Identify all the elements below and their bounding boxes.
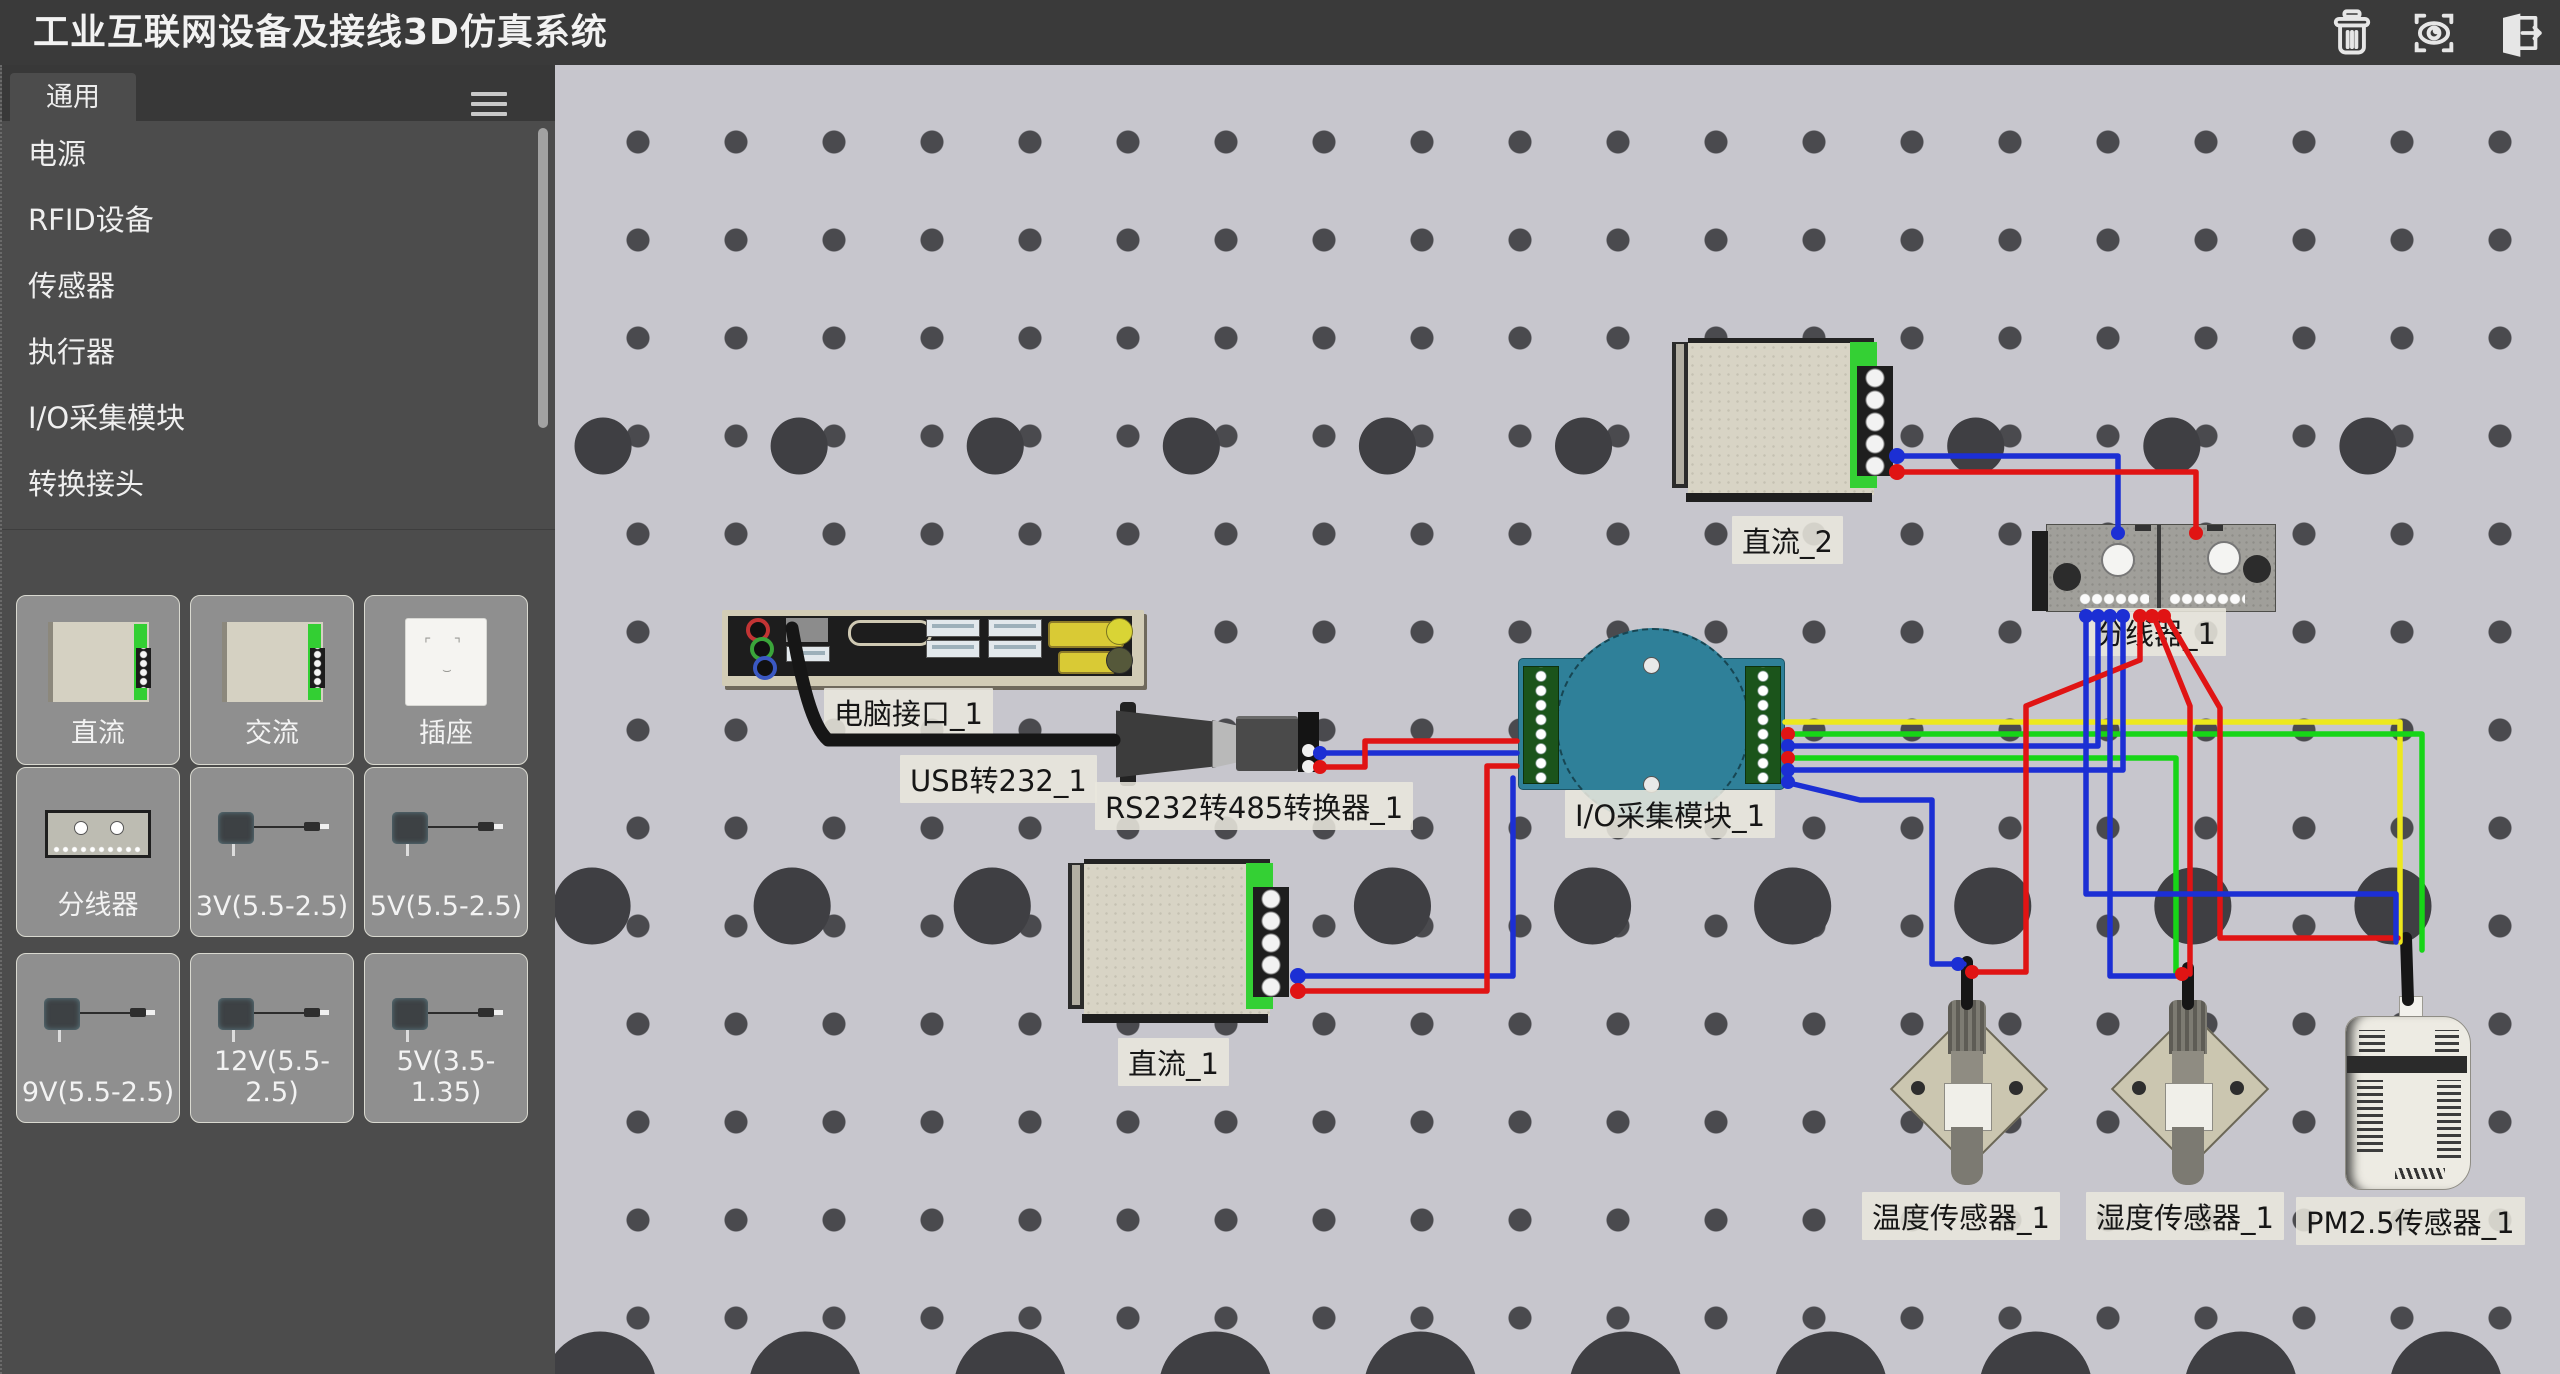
device-label: 电脑接口_1 [824,688,993,736]
round-port-dark [1106,647,1133,674]
palette-item-9v[interactable]: 9V(5.5-2.5) [16,953,180,1123]
library-tab-bar: 通用 [2,65,555,121]
device-temperature-sensor-1[interactable] [1907,985,2027,1195]
device-dc-power-2[interactable] [1672,332,1897,504]
device-rs232-485-converter-1[interactable] [1110,700,1330,790]
splitter-knob [2101,543,2135,577]
category-adapter[interactable]: 转换接头 [2,451,555,517]
socket-thumb: ⌜⌝⌣ [365,612,527,712]
device-library-panel: 通用 电源 RFID设备 传感器 执行器 I/O采集模块 转换接头 直流 交流 … [0,65,555,1374]
splitter-thumb [17,784,179,884]
device-label: PM2.5传感器_1 [2296,1197,2525,1245]
device-label: 温度传感器_1 [1862,1192,2060,1240]
device-splitter-1[interactable] [2046,524,2276,612]
device-label: USB转232_1 [900,755,1097,803]
converter-terminals[interactable] [1298,712,1319,772]
trash-icon[interactable] [2326,7,2378,59]
splitter-terminals[interactable] [2169,593,2245,605]
splitter-knob [2207,541,2241,575]
psu-terminal-block[interactable] [1253,887,1289,997]
device-palette: 直流 交流 ⌜⌝⌣ 插座 分线器 3V(5.5-2.5) [2,529,555,530]
device-label: 直流_2 [1732,516,1843,564]
io-terminals-right[interactable] [1745,666,1781,784]
category-list: 电源 RFID设备 传感器 执行器 I/O采集模块 转换接头 [2,121,555,517]
tab-general[interactable]: 通用 [10,73,136,121]
palette-item-socket[interactable]: ⌜⌝⌣ 插座 [364,595,528,765]
ps2-block [786,618,828,642]
psu-terminal-block[interactable] [1857,366,1893,476]
category-rfid[interactable]: RFID设备 [2,187,555,253]
palette-item-5v-slim[interactable]: 5V(3.5-1.35) [364,953,528,1123]
palette-item-5v[interactable]: 5V(5.5-2.5) [364,767,528,937]
device-label: 湿度传感器_1 [2086,1192,2284,1240]
usb-port[interactable] [926,619,980,637]
usb-port[interactable] [786,646,830,662]
round-port-yellow [1106,618,1133,645]
usb-port[interactable] [988,619,1042,637]
ac-power-thumb [191,612,353,712]
view-icon[interactable] [2408,7,2460,59]
title-bar: 工业互联网设备及接线3D仿真系统 [0,0,2560,65]
dc-power-thumb [17,612,179,712]
device-pc-interface-1[interactable] [722,610,1144,686]
palette-item-12v[interactable]: 12V(5.5-2.5) [190,953,354,1123]
adapter-thumb [191,784,353,884]
device-io-module-1[interactable] [1518,658,1785,790]
usb-port[interactable] [926,640,980,658]
palette-item-3v[interactable]: 3V(5.5-2.5) [190,767,354,937]
splitter-terminals[interactable] [2079,593,2149,605]
palette-item-splitter[interactable]: 分线器 [16,767,180,937]
app-title: 工业互联网设备及接线3D仿真系统 [33,0,608,65]
sidebar-scrollbar[interactable] [538,128,548,428]
exit-icon[interactable] [2490,7,2542,59]
toolbar [2326,7,2542,59]
db9-connector [1212,720,1238,768]
device-label: 分线器_1 [2086,608,2226,656]
device-dc-power-1[interactable] [1068,853,1293,1025]
usb-port[interactable] [988,640,1042,658]
adapter-thumb [17,970,179,1070]
audio-jack-blue [753,656,777,680]
panel-cutout [848,620,932,646]
palette-item-dc[interactable]: 直流 [16,595,180,765]
adapter-thumb [365,784,527,884]
category-sensor[interactable]: 传感器 [2,253,555,319]
device-label: RS232转485转换器_1 [1095,782,1413,830]
category-power[interactable]: 电源 [2,121,555,187]
category-io-module[interactable]: I/O采集模块 [2,385,555,451]
menu-icon[interactable] [471,92,507,116]
device-label: 直流_1 [1118,1038,1229,1086]
device-label: I/O采集模块_1 [1565,790,1775,838]
category-actuator[interactable]: 执行器 [2,319,555,385]
palette-item-ac[interactable]: 交流 [190,595,354,765]
io-terminals-left[interactable] [1523,666,1559,784]
device-humidity-sensor-1[interactable] [2128,985,2248,1195]
device-pm25-sensor-1[interactable] [2343,1008,2473,1193]
